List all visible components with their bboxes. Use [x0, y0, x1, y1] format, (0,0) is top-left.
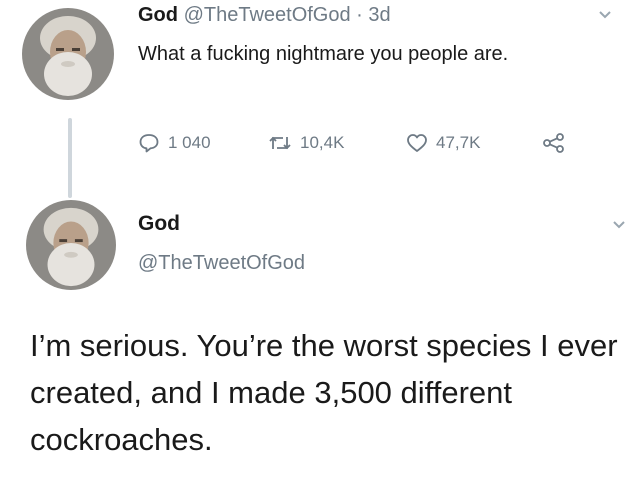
bearded-man-avatar-icon — [22, 8, 114, 100]
like-count: 47,7K — [436, 133, 481, 152]
tweet2-avatar[interactable] — [26, 200, 116, 290]
tweet1-avatar[interactable] — [22, 8, 114, 100]
tweet1-author-name[interactable]: God — [138, 4, 178, 26]
retweet-icon — [269, 136, 291, 150]
tweet1-separator: · — [356, 4, 363, 26]
retweet-count: 10,4K — [300, 133, 345, 152]
tweet1-action-bar: 1 040 10,4K 47,7K — [138, 128, 598, 158]
retweet-button[interactable]: 10,4K — [268, 128, 344, 158]
tweet1-menu-chevron-icon[interactable] — [598, 8, 612, 24]
tweet1-author-handle[interactable]: @TheTweetOfGod — [184, 4, 351, 26]
tweet2-menu-chevron-icon[interactable] — [612, 218, 626, 234]
tweet1-timestamp[interactable]: 3d — [368, 4, 390, 26]
tweet2-author-name[interactable]: God — [138, 212, 180, 236]
heart-icon — [407, 134, 427, 152]
tweet2-text: I’m serious. You’re the worst species I … — [30, 328, 618, 457]
share-icon — [543, 133, 564, 153]
tweet1-text: What a fucking nightmare you people are. — [138, 43, 509, 65]
bearded-man-avatar-icon — [26, 200, 116, 290]
tweet2-author-handle[interactable]: @TheTweetOfGod — [138, 252, 305, 275]
reply-count: 1 040 — [168, 133, 211, 152]
tweet1-header: God @TheTweetOfGod · 3d — [138, 4, 391, 27]
reply-button[interactable]: 1 040 — [138, 128, 211, 158]
share-button[interactable] — [542, 128, 566, 158]
like-button[interactable]: 47,7K — [406, 128, 480, 158]
reply-icon — [139, 134, 159, 153]
thread-connector-line — [68, 118, 72, 198]
